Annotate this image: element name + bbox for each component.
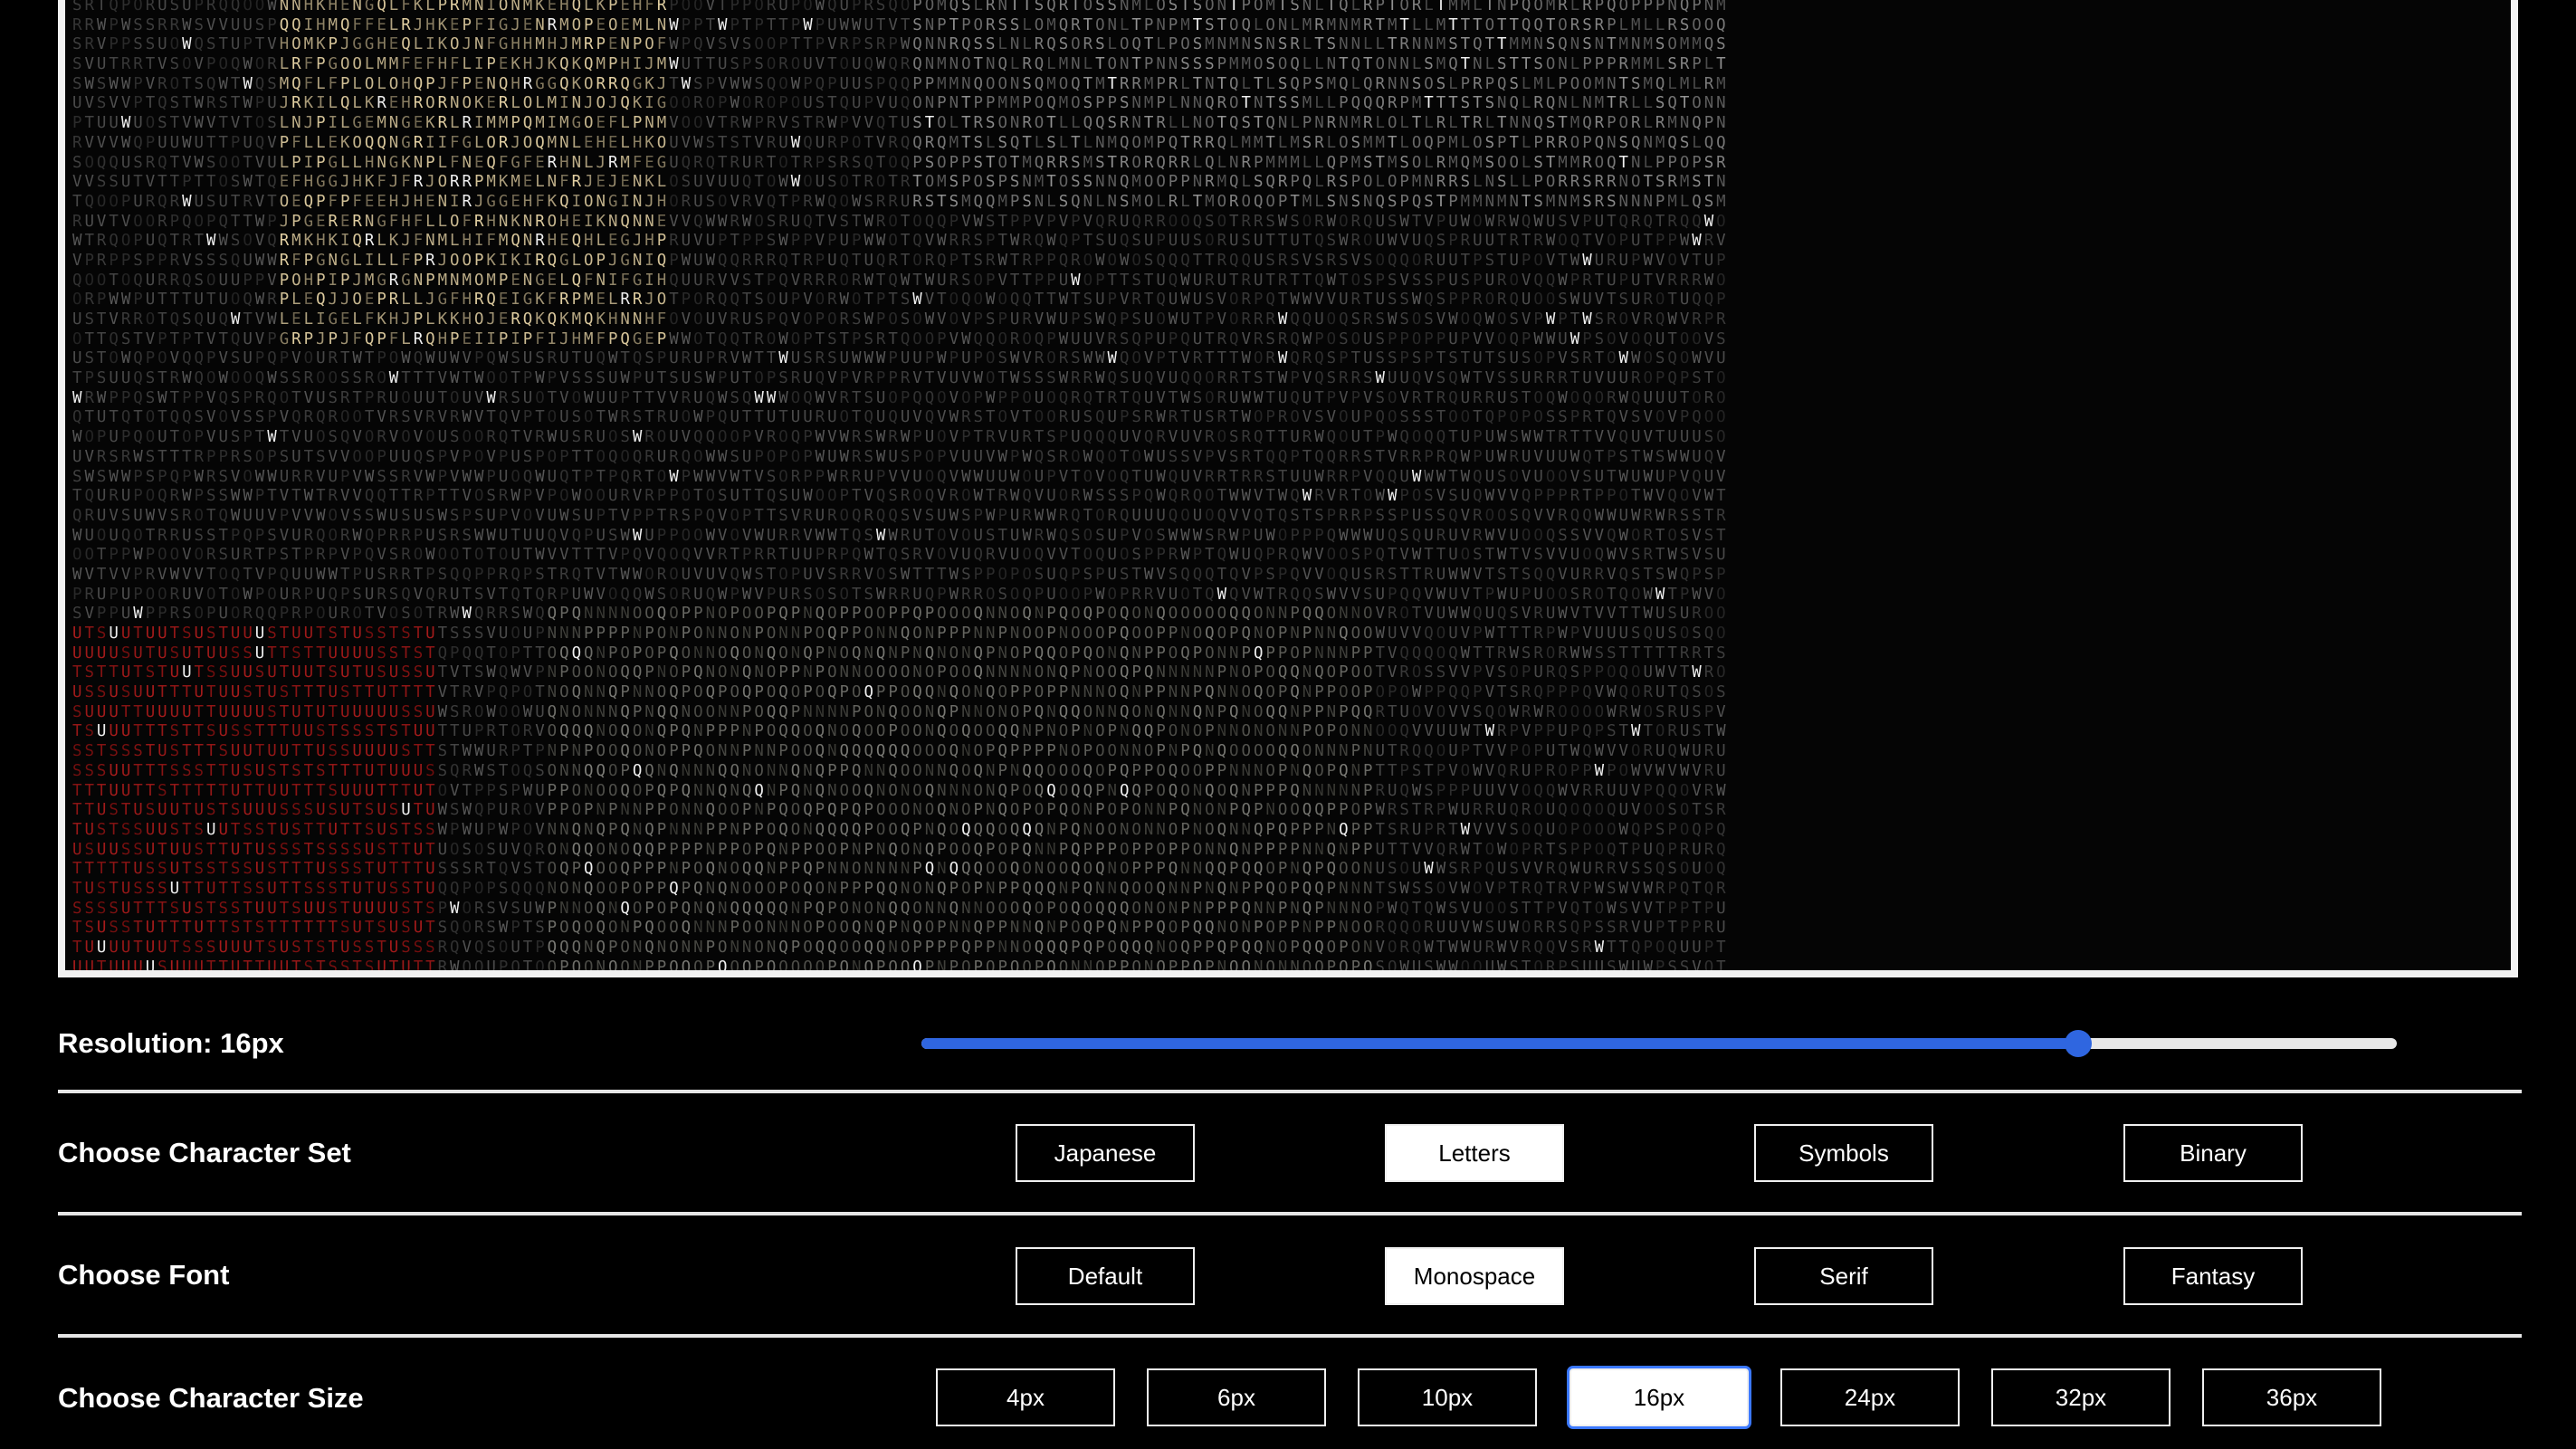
resolution-slider[interactable] [921, 1030, 2397, 1057]
divider [58, 1212, 2522, 1215]
font-monospace-button[interactable]: Monospace [1385, 1247, 1564, 1305]
resolution-slider-fill [921, 1038, 2078, 1049]
divider [58, 1090, 2522, 1093]
size-6px-button[interactable]: 6px [1147, 1368, 1326, 1426]
character-set-label: Choose Character Set [58, 1137, 351, 1168]
charset-symbols-button[interactable]: Symbols [1754, 1124, 1933, 1182]
charset-letters-button[interactable]: Letters [1385, 1124, 1564, 1182]
divider [58, 1334, 2522, 1338]
ascii-art-grid: SRTQPORUSUPRQQOOWNNHKHENGQLFKLPRMNIONMKE… [72, 0, 1729, 977]
size-10px-button[interactable]: 10px [1358, 1368, 1537, 1426]
size-24px-button[interactable]: 24px [1780, 1368, 1960, 1426]
font-label: Choose Font [58, 1259, 230, 1291]
ascii-art-app: SRTQPORUSUPRQQOOWNNHKHENGQLFKLPRMNIONMKE… [0, 0, 2576, 1449]
font-serif-button[interactable]: Serif [1754, 1247, 1933, 1305]
font-default-button[interactable]: Default [1016, 1247, 1195, 1305]
font-fantasy-button[interactable]: Fantasy [2123, 1247, 2303, 1305]
resolution-slider-thumb[interactable] [2064, 1030, 2092, 1057]
character-size-label: Choose Character Size [58, 1382, 364, 1414]
charset-japanese-button[interactable]: Japanese [1016, 1124, 1195, 1182]
ascii-art-canvas: SRTQPORUSUPRQQOOWNNHKHENGQLFKLPRMNIONMKE… [58, 0, 2518, 977]
size-32px-button[interactable]: 32px [1991, 1368, 2171, 1426]
size-4px-button[interactable]: 4px [936, 1368, 1115, 1426]
size-36px-button[interactable]: 36px [2202, 1368, 2381, 1426]
resolution-label: Resolution: 16px [58, 1027, 284, 1059]
size-16px-button[interactable]: 16px [1569, 1368, 1749, 1426]
charset-binary-button[interactable]: Binary [2123, 1124, 2303, 1182]
